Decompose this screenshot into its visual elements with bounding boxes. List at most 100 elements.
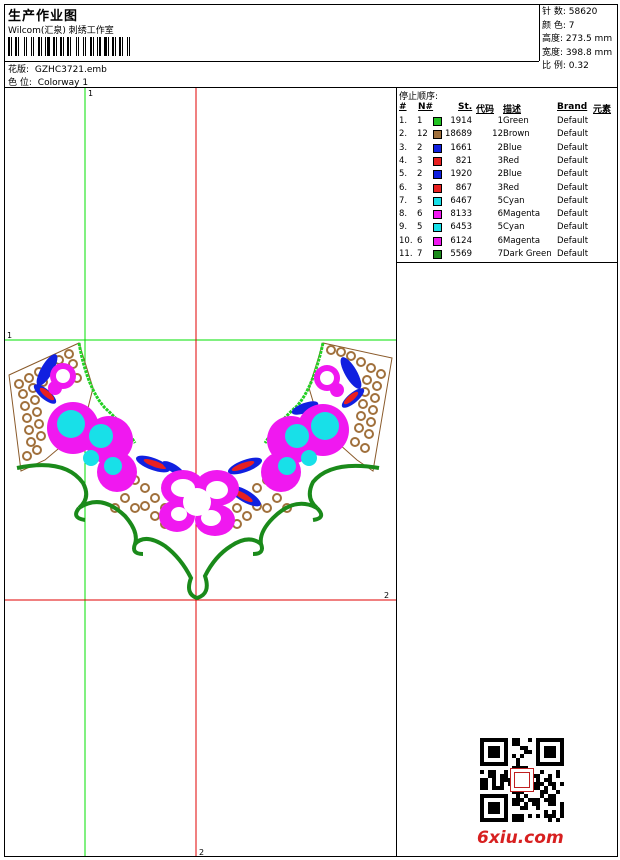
barcode-bar — [8, 37, 10, 56]
barcode-bar — [33, 37, 34, 56]
barcode-bar — [58, 37, 59, 56]
col-header-code: 代码 — [476, 105, 495, 115]
needle-number: 1 — [417, 116, 423, 126]
table-row: 9. 5 6453 5 Cyan Default — [399, 221, 617, 234]
row-number: 9. — [399, 222, 408, 233]
needle-number: 2 — [417, 142, 423, 153]
col-header-num: # — [399, 102, 407, 112]
barcode-bar — [26, 37, 27, 56]
barcode-bar — [15, 37, 17, 56]
barcode-bar — [60, 37, 62, 56]
needle-number: 6 — [417, 235, 423, 246]
guide-label-v2: 2 — [199, 848, 204, 856]
stat-width: 宽度: 398.8 mm — [542, 47, 613, 58]
colorway-label: 色 位: — [8, 78, 32, 88]
color-description: Brown — [503, 129, 530, 140]
flower-large-left — [47, 402, 137, 492]
color-swatch — [433, 170, 442, 180]
table-row: 7. 5 6467 5 Cyan Default — [399, 195, 617, 208]
color-description: Red — [503, 182, 520, 193]
needle-number: 5 — [417, 195, 423, 206]
barcode-bar — [20, 37, 23, 56]
barcode-bar — [18, 37, 19, 56]
row-number: 4. — [399, 155, 408, 166]
barcode-bar — [110, 37, 111, 56]
color-swatch — [433, 117, 442, 126]
color-code: 12 — [492, 129, 503, 140]
needle-number: 3 — [417, 155, 423, 166]
barcode-bar — [43, 37, 44, 56]
color-swatch — [433, 196, 442, 206]
flower-center — [159, 470, 239, 536]
barcode-bar — [127, 37, 128, 56]
thread-brand: Default — [557, 169, 589, 180]
company-name: Wilcom(汇泉) 刺绣工作室 — [8, 26, 114, 36]
barcode-bar — [24, 37, 25, 56]
stat-colors: 颜 色: 7 — [542, 20, 575, 31]
color-description: Magenta — [503, 209, 541, 220]
col-header-n: N# — [418, 102, 434, 112]
barcode-bar — [93, 37, 94, 56]
barcode-bar — [65, 37, 66, 56]
needle-number: 7 — [417, 249, 423, 259]
barcode-bar — [102, 37, 103, 56]
color-description: Blue — [503, 169, 522, 180]
design-canvas: 1 1 2 2 — [5, 88, 396, 856]
color-swatch — [433, 156, 442, 166]
stitch-count: 6124 — [450, 235, 472, 246]
table-row: 4. 3 821 3 Red Default — [399, 155, 617, 168]
thread-brand: Default — [557, 209, 589, 220]
barcode-bar — [87, 37, 89, 56]
color-description: Red — [503, 155, 520, 166]
page-title: 生产作业图 — [8, 9, 79, 24]
stitch-count: 1661 — [450, 142, 472, 153]
color-swatch — [433, 250, 442, 259]
color-description: Cyan — [503, 222, 525, 233]
stitch-count: 18689 — [444, 129, 472, 140]
barcode-bar — [90, 37, 92, 56]
barcode-bar — [11, 37, 12, 56]
sequence-table: 1. 1 1914 1 Green Default 2. 12 18689 12 Brown Defa… — [399, 115, 617, 262]
stitch-count: 6467 — [450, 195, 472, 206]
color-description: Magenta — [503, 235, 541, 246]
watermark: 6xiu.com — [477, 828, 564, 848]
thread-brand: Default — [557, 195, 589, 206]
panel-divider — [396, 87, 397, 857]
table-row: 8. 6 8133 6 Magenta Default — [399, 208, 617, 221]
needle-number: 6 — [417, 209, 423, 220]
table-row: 10. 6 6124 6 Magenta Default — [399, 235, 617, 248]
color-swatch — [433, 183, 442, 193]
color-description: Cyan — [503, 195, 525, 206]
design-file: 花版: GZHC3721.emb — [8, 62, 107, 75]
barcode-bar — [104, 37, 107, 56]
stitch-count: 867 — [455, 182, 472, 193]
thread-brand: Default — [557, 222, 589, 233]
barcode — [8, 37, 153, 56]
barcode-bar — [115, 37, 116, 56]
barcode-bar — [35, 37, 37, 56]
barcode-bar — [56, 37, 57, 56]
barcode-bar — [85, 37, 86, 56]
guide-label-h1: 1 — [7, 331, 12, 340]
table-row: 1. 1 1914 1 Green Default — [399, 115, 617, 128]
flower-large-right — [261, 404, 349, 492]
barcode-bar — [117, 37, 118, 56]
barcode-bar — [31, 37, 32, 56]
table-row: 6. 3 867 3 Red Default — [399, 182, 617, 195]
barcode-bar — [38, 37, 40, 56]
color-description: Dark Green — [503, 249, 552, 259]
stitch-count: 8133 — [450, 209, 472, 220]
row-number: 2. — [399, 129, 408, 140]
barcode-bar — [13, 37, 14, 56]
colorway: 色 位: Colorway 1 — [8, 75, 88, 88]
barcode-bar — [28, 37, 30, 56]
stitch-count: 1920 — [450, 169, 472, 180]
row-number: 7. — [399, 195, 408, 206]
color-swatch — [433, 130, 442, 140]
colorway-value: Colorway 1 — [37, 78, 89, 88]
table-row: 11. 7 5569 7 Dark Green Default — [399, 248, 617, 261]
table-row: 3. 2 1661 2 Blue Default — [399, 142, 617, 155]
stitch-count: 1914 — [450, 116, 472, 126]
thread-brand: Default — [557, 129, 589, 140]
barcode-bar — [97, 37, 98, 56]
